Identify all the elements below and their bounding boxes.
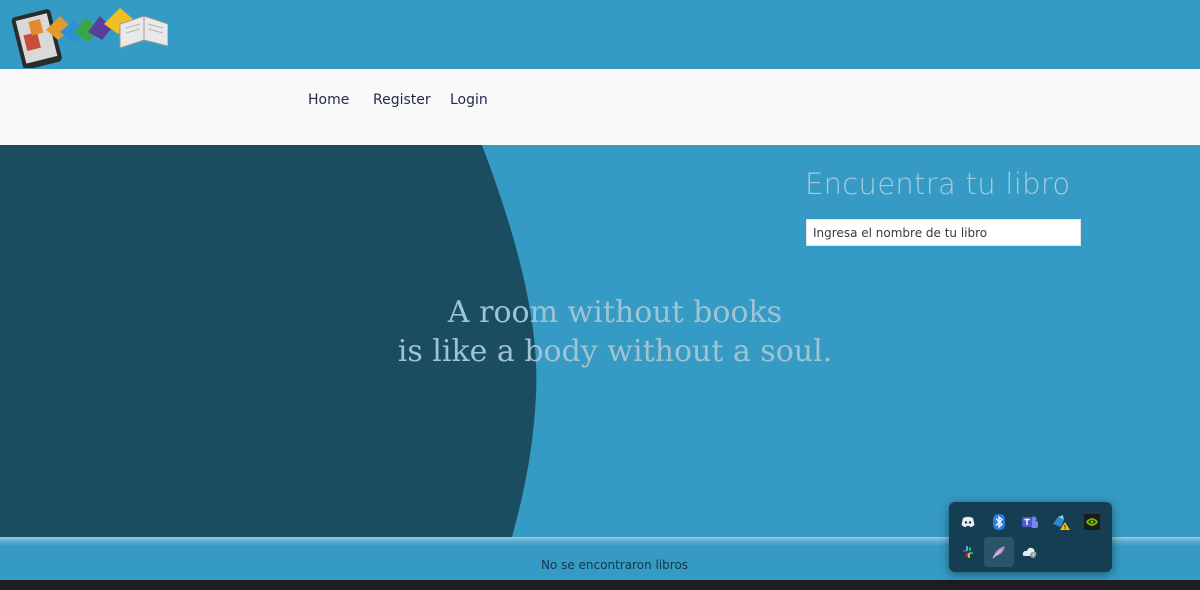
- bluetooth-icon[interactable]: [984, 507, 1014, 537]
- search-title: Encuentra tu libro: [805, 167, 1071, 201]
- main-navbar: Home Register Login: [0, 69, 1200, 145]
- feather-icon[interactable]: [984, 537, 1014, 567]
- nvidia-icon[interactable]: [1077, 507, 1107, 537]
- nav-home-link[interactable]: Home: [308, 92, 349, 108]
- nav-register-link[interactable]: Register: [373, 92, 431, 108]
- onedrive-warning-icon[interactable]: [1046, 507, 1076, 537]
- book-search-input[interactable]: [806, 219, 1081, 246]
- slack-icon[interactable]: [953, 537, 983, 567]
- teams-icon[interactable]: [1015, 507, 1045, 537]
- hero-section: A room without books is like a body with…: [0, 145, 1200, 537]
- taskbar-strip: [0, 580, 1200, 590]
- discord-icon[interactable]: [953, 507, 983, 537]
- books-and-tablet-logo[interactable]: [8, 2, 168, 68]
- top-banner: [0, 0, 1200, 69]
- hero-quote-line2: is like a body without a soul.: [397, 334, 833, 369]
- cloud-sync-icon[interactable]: [1015, 537, 1045, 567]
- nav-login-link[interactable]: Login: [450, 92, 488, 108]
- hero-quote: A room without books is like a body with…: [330, 293, 900, 371]
- hero-quote-line1: A room without books: [447, 295, 783, 330]
- system-tray-overflow: [949, 502, 1112, 572]
